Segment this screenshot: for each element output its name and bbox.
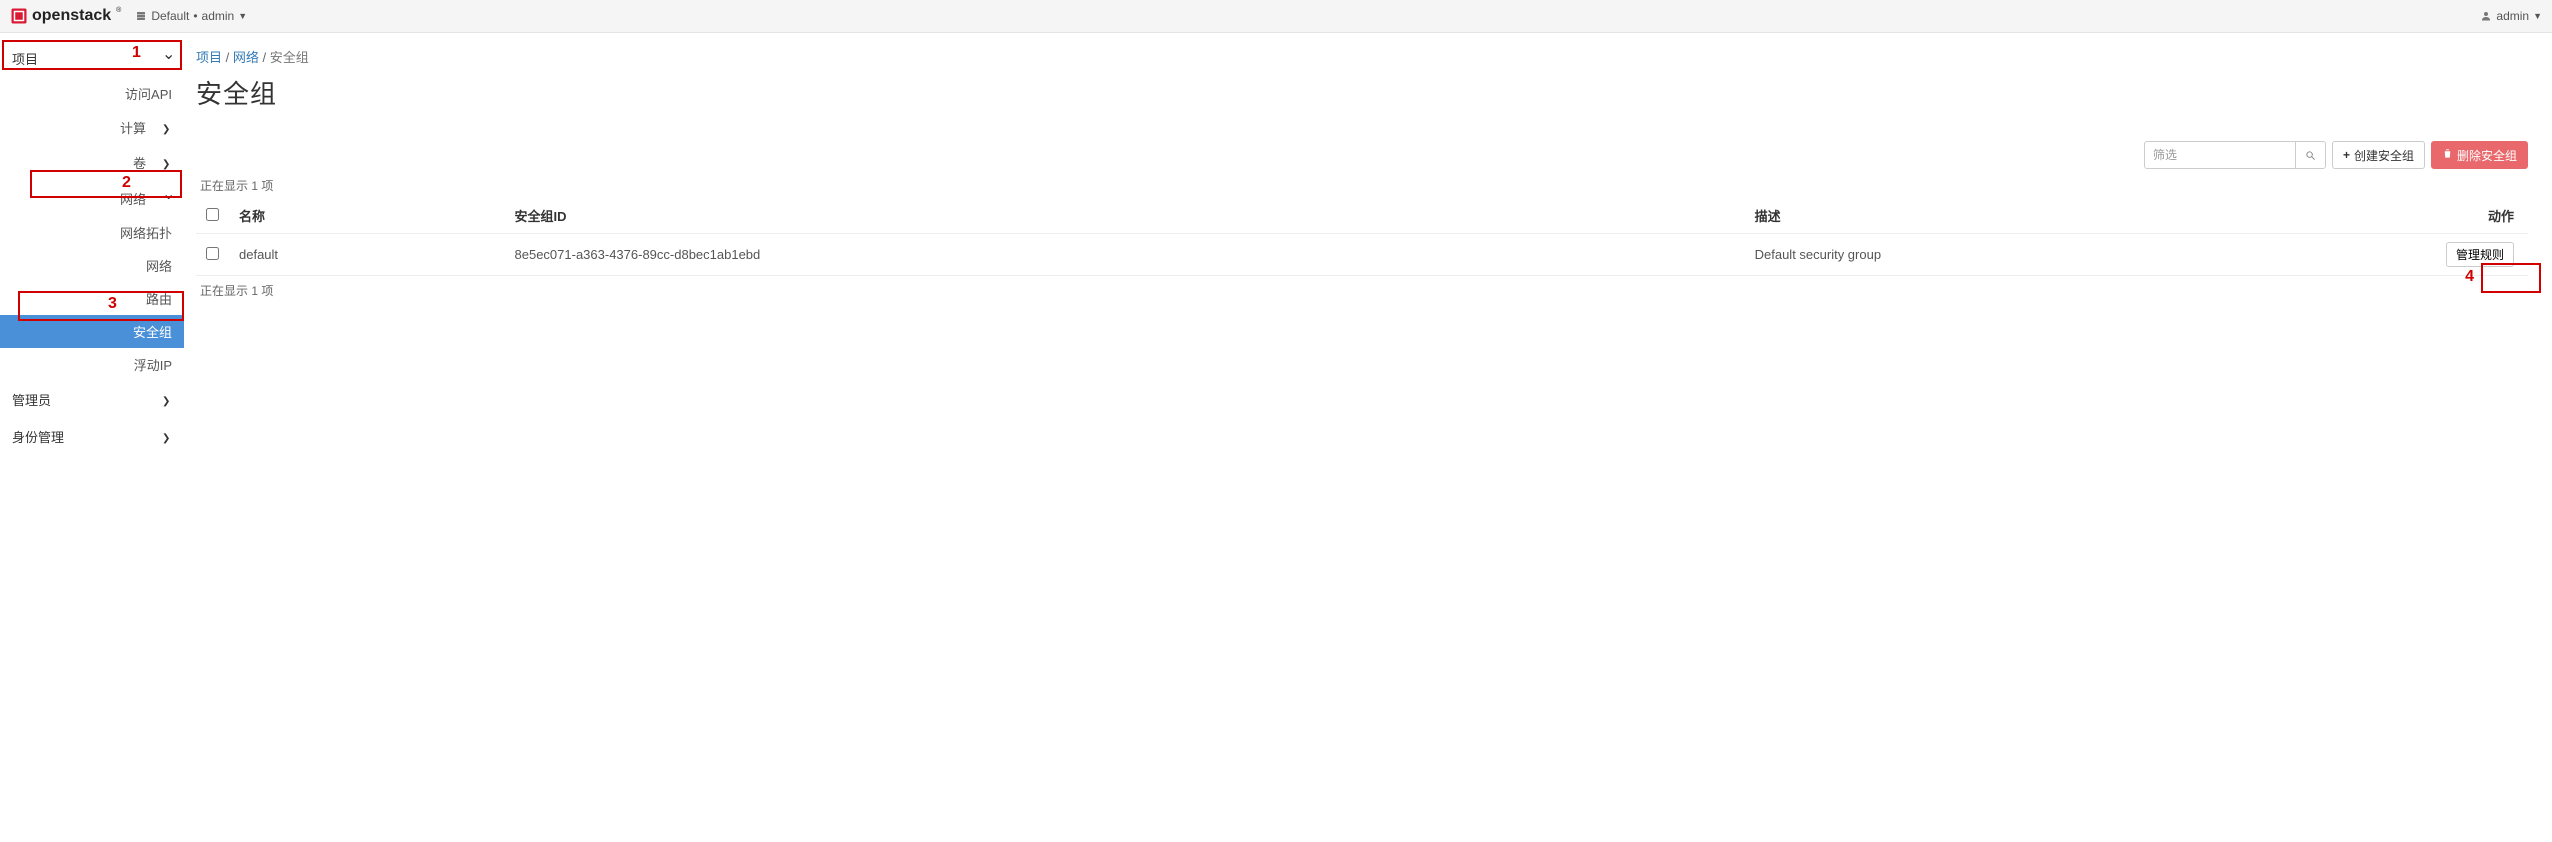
topbar: openstack ® Default • admin ▼ admin ▼ <box>0 0 2552 33</box>
context-user: admin <box>202 9 235 23</box>
sidebar-item-floatingip[interactable]: 浮动IP <box>0 348 184 381</box>
col-desc[interactable]: 描述 <box>1745 198 2428 234</box>
chevron-right-icon <box>162 121 172 135</box>
filter-box <box>2144 141 2326 169</box>
col-name[interactable]: 名称 <box>229 198 505 234</box>
breadcrumb-network[interactable]: 网络 <box>233 50 259 65</box>
manage-rules-button[interactable]: 管理规则 <box>2446 242 2514 267</box>
main-content: 项目 / 网络 / 安全组 安全组 创建安全组 删除安全组 <box>184 33 2552 455</box>
delete-secgroup-button[interactable]: 删除安全组 <box>2431 141 2528 169</box>
cell-id: 8e5ec071-a363-4376-89cc-d8bec1ab1ebd <box>505 234 1745 276</box>
row-count-top: 正在显示 1 项 <box>200 177 2528 194</box>
col-action: 动作 <box>2428 198 2528 234</box>
sidebar-item-net-topology[interactable]: 网络拓扑 <box>0 216 184 249</box>
col-id[interactable]: 安全组ID <box>505 198 1745 234</box>
stack-icon <box>135 10 147 22</box>
dot: • <box>193 9 197 23</box>
context-project: Default <box>151 9 189 23</box>
sidebar-item-identity[interactable]: 身份管理 <box>0 418 184 455</box>
plus-icon <box>2343 148 2350 162</box>
sidebar: 项目 访问API 计算 卷 网络 网络拓扑 网络 路由 安全组 浮动IP 管理员… <box>0 33 184 455</box>
brand-text: openstack <box>32 7 111 25</box>
sidebar-item-project[interactable]: 项目 <box>0 39 184 77</box>
user-menu[interactable]: admin ▼ <box>2480 9 2542 23</box>
button-label: 创建安全组 <box>2354 147 2414 164</box>
create-secgroup-button[interactable]: 创建安全组 <box>2332 141 2425 169</box>
sidebar-item-label: 管理员 <box>12 390 51 409</box>
openstack-icon <box>10 7 28 25</box>
select-all-checkbox[interactable] <box>206 208 219 221</box>
sidebar-item-label: 项目 <box>12 49 38 68</box>
table-toolbar: 创建安全组 删除安全组 <box>196 141 2528 169</box>
sidebar-item-secgroups[interactable]: 安全组 <box>0 315 184 348</box>
cell-name: default <box>229 234 505 276</box>
row-checkbox[interactable] <box>206 247 219 260</box>
button-label: 删除安全组 <box>2457 147 2517 164</box>
sidebar-item-label: 卷 <box>12 153 162 172</box>
trash-icon <box>2442 148 2453 162</box>
filter-search-button[interactable] <box>2295 142 2325 168</box>
sidebar-item-label: 计算 <box>12 118 162 137</box>
breadcrumb-project[interactable]: 项目 <box>196 50 222 65</box>
sidebar-item-network[interactable]: 网络 <box>0 180 184 216</box>
secgroup-table: 名称 安全组ID 描述 动作 default 8e5ec071-a363-437… <box>196 198 2528 276</box>
breadcrumb: 项目 / 网络 / 安全组 <box>196 33 2528 70</box>
breadcrumb-current: 安全组 <box>270 50 309 65</box>
sidebar-item-label: 身份管理 <box>12 427 64 446</box>
row-count-bottom: 正在显示 1 项 <box>200 282 2528 299</box>
table-row: default 8e5ec071-a363-4376-89cc-d8bec1ab… <box>196 234 2528 276</box>
sidebar-item-volumes[interactable]: 卷 <box>0 145 184 180</box>
sidebar-item-label: 网络 <box>12 189 162 208</box>
page-title: 安全组 <box>196 74 2528 111</box>
chevron-right-icon <box>162 156 172 170</box>
brand-tm: ® <box>116 7 121 14</box>
chevron-right-icon <box>162 393 172 407</box>
sidebar-item-admin[interactable]: 管理员 <box>0 381 184 418</box>
project-context-switcher[interactable]: Default • admin ▼ <box>135 9 247 23</box>
chevron-right-icon <box>162 430 172 444</box>
caret-down-icon: ▼ <box>2533 11 2542 21</box>
cell-desc: Default security group <box>1745 234 2428 276</box>
filter-input[interactable] <box>2145 142 2295 168</box>
table-header-row: 名称 安全组ID 描述 动作 <box>196 198 2528 234</box>
user-icon <box>2480 10 2492 22</box>
user-menu-name: admin <box>2496 9 2529 23</box>
sidebar-item-compute[interactable]: 计算 <box>0 110 184 145</box>
sidebar-item-access-api[interactable]: 访问API <box>0 77 184 110</box>
sidebar-item-routers[interactable]: 路由 <box>0 282 184 315</box>
sidebar-item-networks[interactable]: 网络 <box>0 249 184 282</box>
chevron-down-icon <box>162 188 172 208</box>
caret-down-icon: ▼ <box>238 11 247 21</box>
search-icon <box>2305 150 2316 161</box>
brand-logo[interactable]: openstack ® <box>10 7 121 25</box>
chevron-down-icon <box>162 48 172 68</box>
